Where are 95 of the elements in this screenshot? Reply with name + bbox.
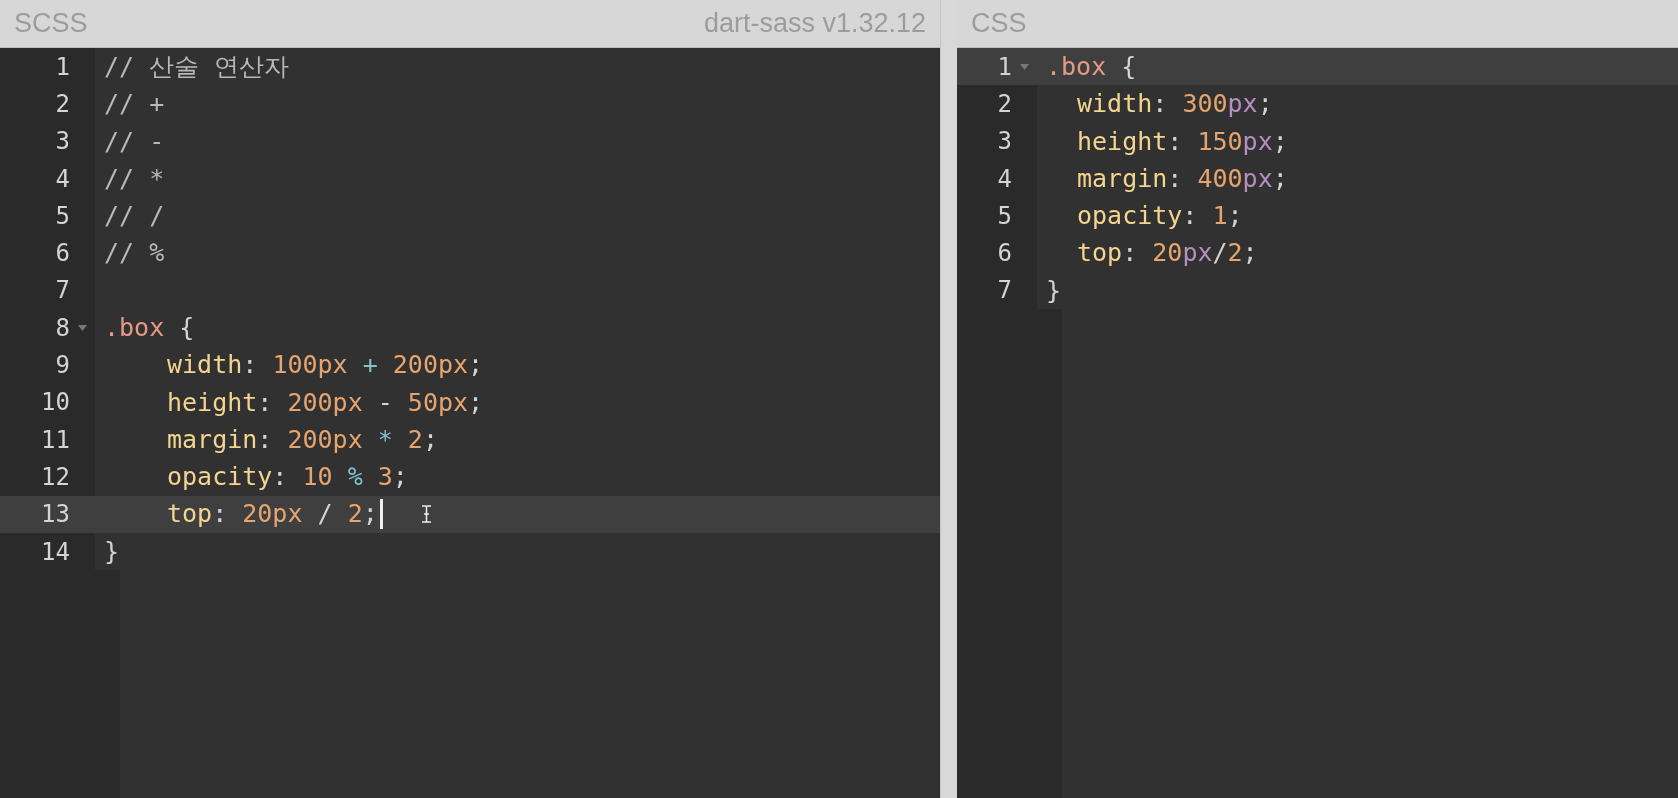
code-token: ;: [392, 461, 408, 494]
code-token: // +: [104, 88, 165, 121]
code-token: 200px: [287, 386, 363, 419]
code-token: 150: [1197, 125, 1243, 158]
code-token: // -: [104, 125, 165, 158]
code-token: 200px: [287, 423, 363, 456]
code-token: // *: [104, 162, 165, 195]
code-token: 1: [1212, 200, 1228, 233]
code-token: %: [346, 461, 364, 494]
code-token: height: [1077, 125, 1168, 158]
line-number: 11: [41, 424, 70, 456]
code-token: 50px: [407, 386, 469, 419]
code-token: }: [1046, 274, 1062, 307]
line-number: 5: [55, 200, 70, 232]
line-number: 6: [997, 238, 1012, 270]
code-token: 400: [1197, 162, 1243, 195]
line-number: 4: [997, 163, 1012, 195]
code-token: 100px: [272, 349, 348, 382]
code-token: /: [1212, 237, 1228, 270]
code-token: :: [1152, 88, 1169, 121]
code-token: // %: [104, 237, 165, 270]
code-token: ;: [1227, 200, 1243, 233]
code-token: ;: [422, 423, 438, 456]
code-token: .box: [1046, 50, 1107, 83]
code-token: px: [1242, 162, 1273, 195]
code-token: :: [242, 349, 259, 382]
code-token: top: [1077, 237, 1123, 270]
fold-caret-icon[interactable]: [78, 324, 87, 331]
code-token: ;: [468, 386, 484, 419]
code-token: ;: [1272, 125, 1288, 158]
code-token: :: [212, 498, 229, 531]
code-token: 300: [1182, 88, 1228, 121]
line-number: 14: [41, 536, 70, 568]
code-token: :: [257, 386, 274, 419]
line-number: 7: [997, 275, 1012, 307]
line-number: 10: [41, 387, 70, 419]
code-token: ;: [1272, 162, 1288, 195]
code-token: ;: [468, 349, 484, 382]
line-number: 1: [55, 51, 70, 83]
code-token: margin: [1077, 162, 1168, 195]
code-token: }: [104, 535, 120, 568]
line-number: 13: [41, 499, 70, 531]
code-token: +: [361, 349, 379, 382]
line-number: 3: [55, 126, 70, 158]
code-token: 2: [1227, 237, 1243, 270]
line-number: 6: [55, 238, 70, 270]
code-token: *: [376, 423, 394, 456]
code-token: px: [1182, 237, 1213, 270]
line-number: 2: [55, 88, 70, 120]
line-number: 1: [997, 51, 1012, 83]
code-token: 20px: [242, 498, 303, 531]
code-token: opacity: [1077, 200, 1183, 233]
code-token: top: [167, 498, 213, 531]
code-token: width: [167, 349, 243, 382]
code-token: margin: [167, 423, 258, 456]
line-number: 4: [55, 163, 70, 195]
code-token: ;: [362, 498, 378, 531]
code-token: :: [1182, 200, 1199, 233]
line-number: 9: [55, 350, 70, 381]
code-token: ;: [1242, 237, 1258, 270]
fold-caret-icon[interactable]: [1020, 63, 1029, 70]
code-token: height: [167, 386, 258, 419]
code-token: /: [316, 498, 334, 531]
pane-title: CSS: [971, 7, 1027, 41]
code-token: .box: [104, 312, 165, 344]
code-token: :: [272, 461, 289, 494]
ibeam-pointer-icon: [420, 505, 432, 524]
line-number: 3: [997, 126, 1012, 158]
pane-title: SCSS: [14, 7, 88, 41]
code-token: :: [1122, 237, 1139, 270]
code-token: 10: [302, 461, 333, 494]
code-token: :: [257, 423, 274, 456]
code-token: {: [1120, 50, 1137, 83]
line-number: 12: [41, 461, 70, 493]
code-token: :: [1167, 125, 1184, 158]
code-token: px: [1227, 88, 1258, 121]
code-token: ;: [1257, 88, 1273, 121]
code-token: 20: [1152, 237, 1183, 270]
line-number: 7: [55, 275, 70, 307]
code-token: 2: [347, 498, 363, 531]
code-token: {: [178, 312, 195, 344]
code-token: // 산술 연산자: [104, 50, 290, 83]
code-token: 3: [377, 461, 393, 494]
code-token: // /: [104, 200, 165, 233]
compiler-version: dart-sass v1.32.12: [703, 7, 926, 41]
code-token: :: [1167, 162, 1184, 195]
line-number: 8: [55, 312, 70, 344]
line-number: 5: [997, 200, 1012, 232]
code-token: -: [376, 386, 394, 419]
code-token: 200px: [392, 349, 469, 382]
code-token: 2: [407, 423, 423, 456]
code-token: opacity: [167, 461, 273, 494]
line-number: 2: [997, 88, 1012, 120]
code-token: px: [1242, 125, 1273, 158]
code-token: width: [1077, 88, 1153, 121]
